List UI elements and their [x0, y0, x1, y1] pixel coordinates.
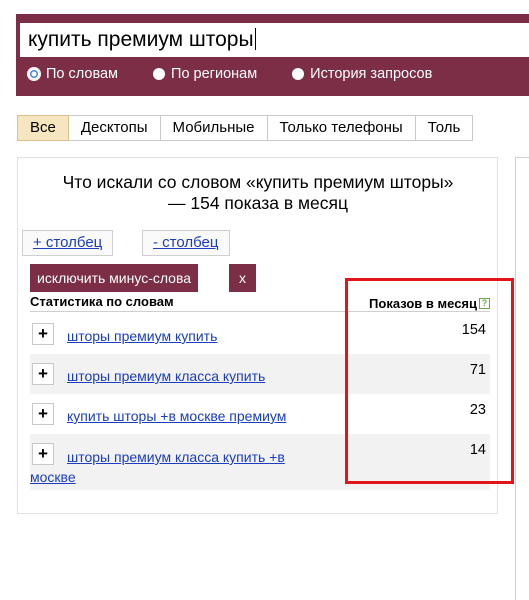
- phrase-link[interactable]: шторы премиум купить: [67, 328, 217, 344]
- remove-column-button[interactable]: - столбец: [142, 230, 230, 256]
- search-input[interactable]: купить премиум шторы: [20, 23, 529, 57]
- exclude-minus-words-button[interactable]: исключить минус-слова: [30, 264, 199, 292]
- add-phrase-button[interactable]: +: [32, 363, 54, 385]
- remove-column-label: - столбец: [153, 234, 219, 251]
- radio-unselected-icon: [153, 68, 166, 80]
- tab-mobile[interactable]: Мобильные: [160, 115, 268, 141]
- panel-title: Что искали со словом «купить премиум што…: [62, 172, 454, 213]
- radio-label: По регионам: [171, 66, 258, 82]
- phrase-link[interactable]: шторы премиум класса купить +в москве: [30, 447, 290, 487]
- tab-all[interactable]: Все: [17, 115, 69, 141]
- search-band: купить премиум шторы По словам По регион…: [16, 14, 529, 96]
- text-caret: [254, 28, 256, 50]
- search-query-text: купить премиум шторы: [28, 28, 254, 51]
- tab-desktops[interactable]: Десктопы: [68, 115, 161, 141]
- add-column-label: + столбец: [33, 234, 103, 251]
- second-panel-edge: [515, 157, 529, 600]
- add-column-button[interactable]: + столбец: [22, 230, 114, 256]
- phrase-link[interactable]: шторы премиум класса купить: [67, 368, 265, 384]
- add-phrase-button[interactable]: +: [32, 323, 54, 345]
- radio-query-history[interactable]: История запросов: [292, 66, 432, 82]
- tab-tablets-only[interactable]: Толь: [415, 115, 474, 141]
- close-button[interactable]: x: [229, 264, 256, 292]
- phrase-link[interactable]: купить шторы +в москве премиум: [67, 408, 286, 424]
- radio-selected-icon: [28, 68, 40, 80]
- search-mode-radios: По словам По регионам История запросов: [28, 64, 467, 84]
- radio-label: История запросов: [310, 66, 433, 82]
- radio-unselected-icon: [292, 68, 305, 80]
- radio-by-words[interactable]: По словам: [28, 66, 118, 82]
- add-phrase-button[interactable]: +: [32, 403, 54, 425]
- stats-by-words-label: Статистика по словам: [30, 294, 174, 309]
- radio-label: По словам: [46, 66, 119, 82]
- device-tabs: Все Десктопы Мобильные Только телефоны Т…: [17, 115, 474, 141]
- tab-phones-only[interactable]: Только телефоны: [267, 115, 416, 141]
- highlight-box: [345, 278, 514, 484]
- radio-by-regions[interactable]: По регионам: [153, 66, 257, 82]
